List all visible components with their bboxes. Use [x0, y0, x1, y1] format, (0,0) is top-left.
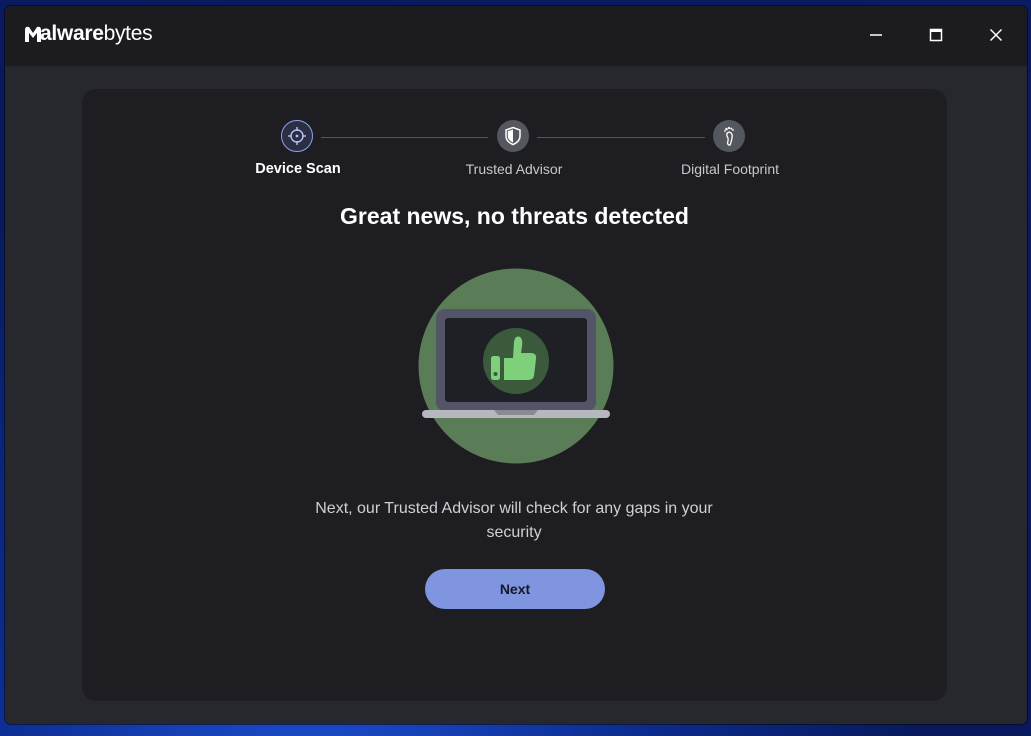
- maximize-button[interactable]: [918, 18, 954, 52]
- malwarebytes-logo: alware bytes: [23, 22, 153, 46]
- logo-text-regular: bytes: [103, 22, 153, 45]
- crosshair-icon: [288, 127, 306, 145]
- step-connector: [321, 137, 488, 138]
- minimize-button[interactable]: [858, 18, 894, 52]
- minimize-icon: [870, 34, 882, 36]
- logo-text-bold: alware: [40, 22, 104, 45]
- step-trusted-advisor: [497, 120, 529, 152]
- next-step-description: Next, our Trusted Advisor will check for…: [315, 500, 713, 541]
- footprint-icon: [724, 126, 734, 146]
- laptop-thumbs-up-icon: [418, 268, 614, 464]
- progress-stepper: Device Scan Trusted Advisor Digital Foot…: [82, 89, 947, 199]
- next-button[interactable]: Next: [425, 569, 605, 609]
- close-button[interactable]: [978, 18, 1014, 52]
- onboarding-card: Device Scan Trusted Advisor Digital Foot…: [82, 89, 947, 701]
- title-bar: alware bytes: [5, 6, 1027, 66]
- step-label-trusted-advisor: Trusted Advisor: [465, 161, 563, 177]
- page-title: Great news, no threats detected: [340, 203, 689, 229]
- step-label-device-scan: Device Scan: [255, 161, 341, 177]
- close-icon: [989, 28, 1003, 42]
- shield-icon: [505, 126, 521, 146]
- step-digital-footprint: [713, 120, 745, 152]
- maximize-icon: [929, 28, 943, 42]
- step-connector: [537, 137, 705, 138]
- step-label-digital-footprint: Digital Footprint: [680, 161, 780, 177]
- app-window: alware bytes Device Scan Trusted Advisor…: [5, 6, 1027, 724]
- step-device-scan: [281, 120, 313, 152]
